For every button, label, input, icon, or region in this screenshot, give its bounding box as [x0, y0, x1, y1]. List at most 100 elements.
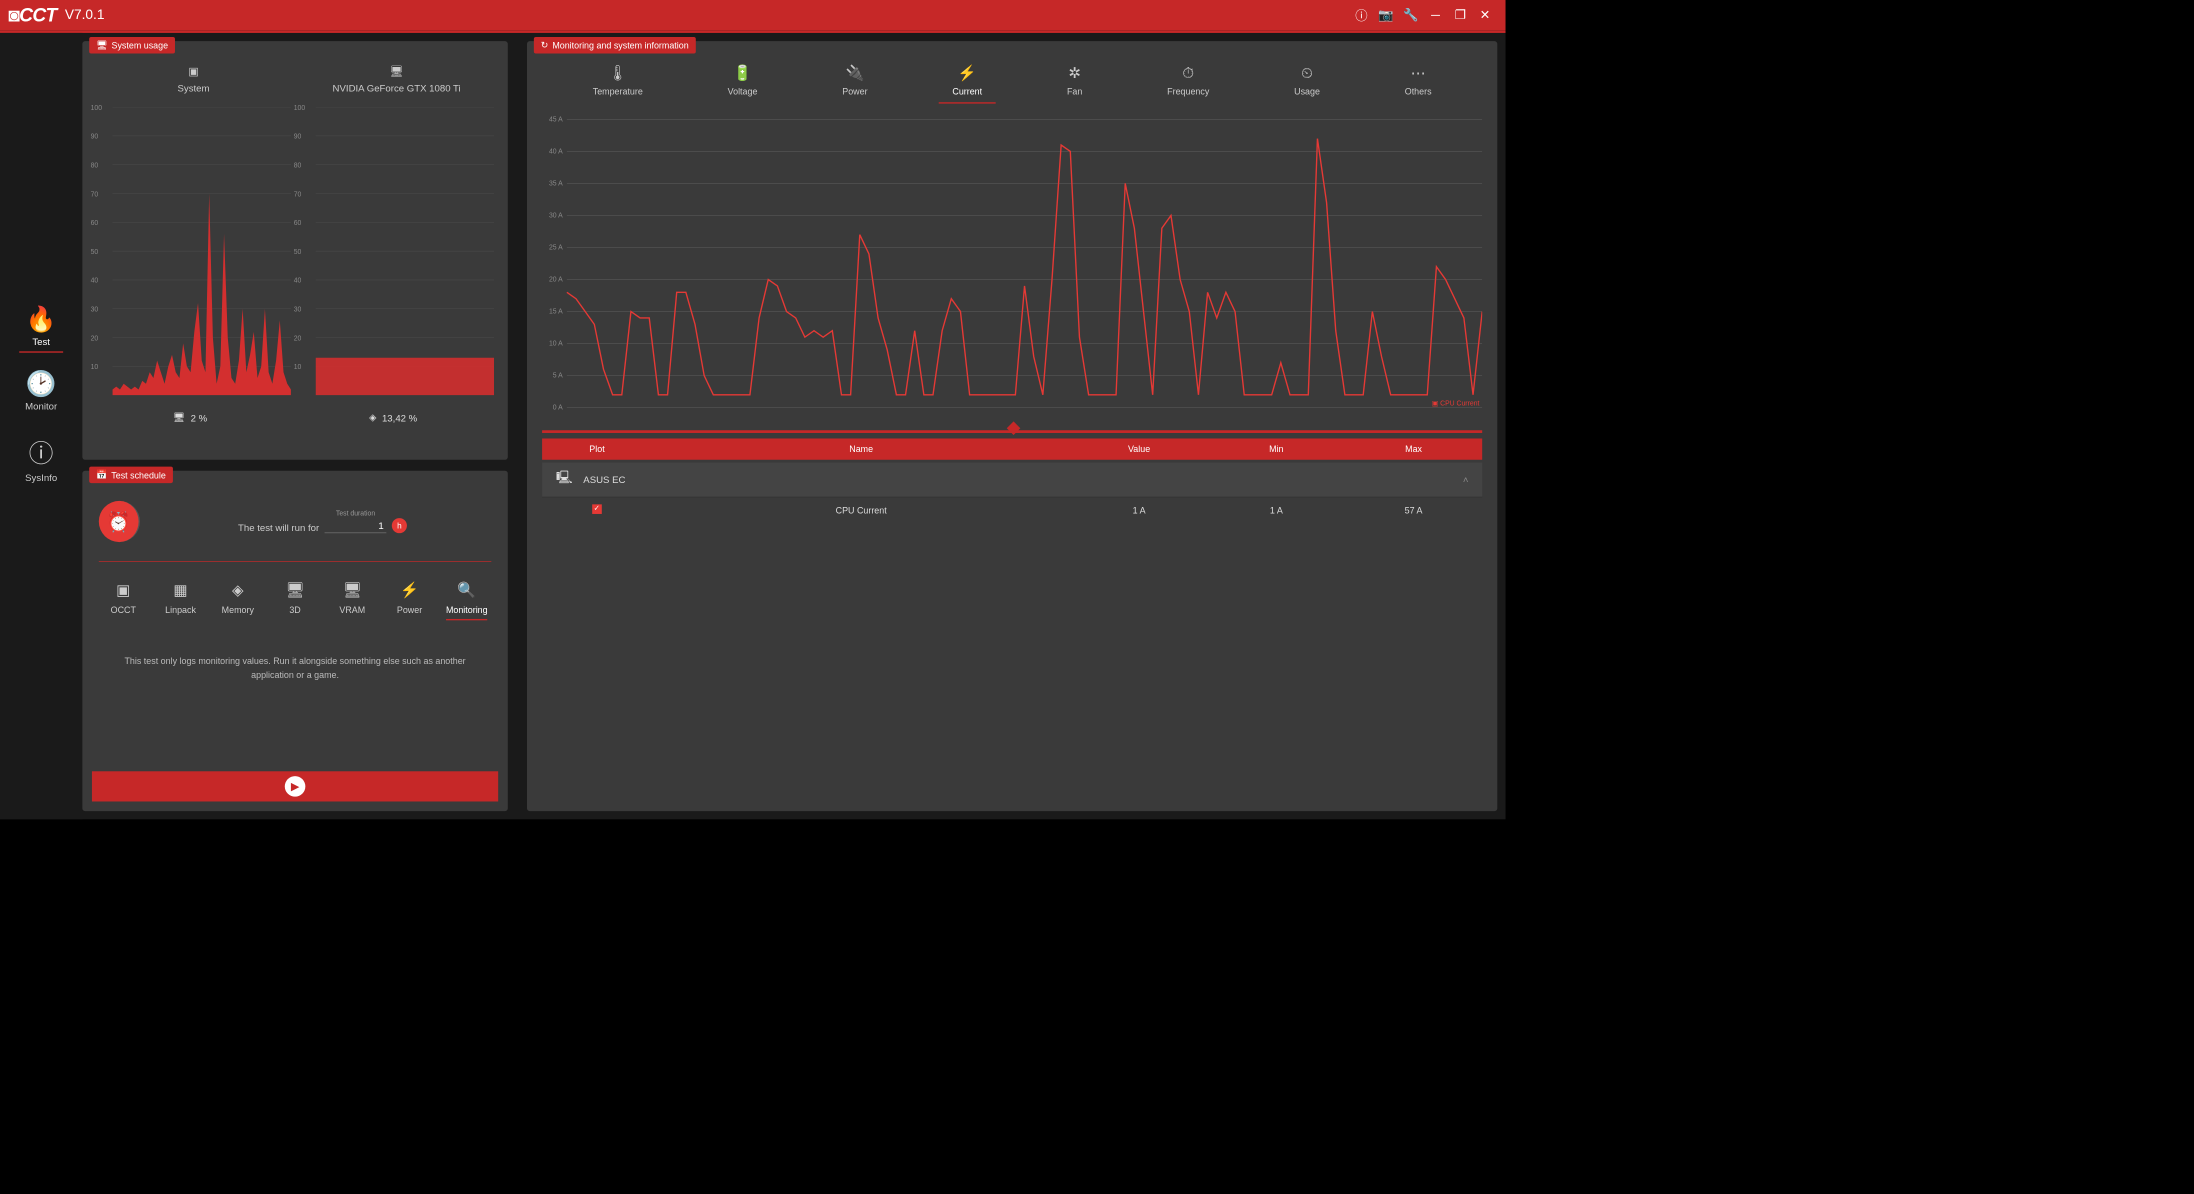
thermometer-icon: 🌡	[608, 65, 627, 83]
system-usage-chart: 102030405060708090100	[92, 102, 295, 404]
minimize-icon[interactable]: ─	[1423, 3, 1448, 28]
fire-icon: 🔥	[26, 305, 57, 334]
monitor-tab-voltage[interactable]: 🔋 Voltage	[714, 62, 771, 104]
app-logo: ◙CCT	[8, 4, 56, 26]
test-type-memory[interactable]: ◈ Memory	[210, 581, 265, 620]
sidebar-item-test[interactable]: 🔥 Test	[0, 294, 82, 359]
test-type-occt[interactable]: ▣OCCT	[96, 581, 151, 620]
chip2-icon: ▦	[173, 581, 187, 599]
panel-title: Monitoring and system information	[552, 40, 688, 50]
timeline-slider[interactable]	[542, 430, 1482, 433]
plot-checkbox[interactable]	[592, 504, 602, 514]
maximize-icon[interactable]: ❐	[1448, 3, 1473, 28]
table-row[interactable]: CPU Current 1 A 1 A 57 A	[542, 497, 1482, 523]
more-icon: ⋯	[1411, 65, 1426, 83]
monitor-tab-usage[interactable]: ⏲ Usage	[1280, 62, 1333, 104]
chip-icon: ▣	[92, 65, 295, 79]
svg-text:20 A: 20 A	[549, 277, 563, 284]
sidebar-item-label: Test	[32, 336, 50, 347]
test-schedule-panel: 📅 Test schedule ⏰ The test will run for …	[82, 471, 507, 811]
info-icon[interactable]: ⓘ	[1349, 3, 1374, 28]
duration-label: Test duration	[336, 510, 375, 518]
monitor-tab-others[interactable]: ⋯ Others	[1391, 62, 1445, 104]
info-circle-icon: ⓘ	[29, 434, 54, 470]
monitor-tab-label: Voltage	[728, 86, 758, 96]
duration-input[interactable]	[325, 519, 387, 533]
fan-icon: ✲	[1068, 65, 1081, 83]
panel-tag: 📅 Test schedule	[89, 467, 173, 483]
chip-icon: ▣	[116, 581, 130, 599]
monitor-tab-label: Temperature	[593, 86, 643, 96]
play-button[interactable]: ▶	[92, 771, 498, 801]
test-type-label: Monitoring	[446, 605, 488, 615]
svg-text:15 A: 15 A	[549, 309, 563, 316]
current-chart: 0 A5 A10 A15 A20 A25 A30 A35 A40 A45 A▣ …	[542, 116, 1482, 418]
monitor-tab-fan[interactable]: ✲Fan	[1053, 62, 1096, 104]
th-max: Max	[1345, 444, 1482, 454]
monitor-tab-current[interactable]: ⚡ Current	[939, 62, 996, 104]
title-bar: ◙CCT V7.0.1 ⓘ 📷 🔧 ─ ❐ ✕	[0, 0, 1506, 30]
test-type-label: Linpack	[165, 605, 196, 615]
monitor-tab-label: Usage	[1294, 86, 1320, 96]
wrench-icon[interactable]: 🔧	[1398, 3, 1423, 28]
magnify-icon: 🔍	[457, 581, 476, 599]
panel-tag: 🖥 System usage	[89, 37, 175, 53]
test-type-label: Power	[397, 605, 422, 615]
sidebar-item-label: SysInfo	[25, 472, 57, 483]
test-type-label: Memory	[222, 605, 254, 615]
gpu-icon: 🖥	[295, 65, 498, 79]
test-type-3d[interactable]: 🖥3D	[268, 581, 323, 620]
camera-icon[interactable]: 📷	[1374, 3, 1399, 28]
eraser-icon: ◈	[232, 581, 244, 599]
svg-text:35 A: 35 A	[549, 181, 563, 188]
monitor-tab-label: Current	[952, 86, 982, 96]
gauge-icon: 🕑	[26, 369, 57, 398]
monitoring-panel: ↻ Monitoring and system information 🌡Tem…	[527, 41, 1497, 811]
test-type-monitoring[interactable]: 🔍 Monitoring	[439, 581, 494, 620]
test-description: This test only logs monitoring values. R…	[92, 634, 498, 702]
test-type-linpack[interactable]: ▦ Linpack	[153, 581, 208, 620]
monitor-tab-label: Others	[1405, 86, 1432, 96]
divider	[99, 561, 492, 562]
gauge2-icon: ⏲	[1301, 65, 1313, 83]
test-type-vram[interactable]: 🖥VRAM	[325, 581, 380, 620]
speedometer-icon: ⏱	[1182, 65, 1194, 83]
sidebar-item-label: Monitor	[25, 401, 57, 412]
panel-title: Test schedule	[111, 470, 166, 480]
duration-unit-button[interactable]: h	[392, 518, 407, 533]
gpu-small-icon: 🖥	[173, 412, 185, 424]
gpu-usage-chart: 102030405060708090100	[295, 102, 498, 404]
test-type-power[interactable]: ⚡ Power	[382, 581, 437, 620]
monitor-tab-power[interactable]: 🔌Power	[829, 62, 882, 104]
usage-tab-label: System	[177, 82, 209, 93]
usage-tab-label: NVIDIA GeForce GTX 1080 Ti	[333, 82, 461, 93]
sidebar-item-monitor[interactable]: 🕑 Monitor	[0, 358, 82, 423]
test-type-label: VRAM	[339, 605, 365, 615]
svg-text:0 A: 0 A	[553, 405, 563, 411]
svg-text:▣ CPU Current: ▣ CPU Current	[1432, 401, 1480, 408]
row-min: 1 A	[1208, 505, 1345, 515]
svg-text:30 A: 30 A	[549, 213, 563, 220]
row-max: 57 A	[1345, 505, 1482, 515]
table-group-row[interactable]: 🖳 ASUS EC ˄	[542, 462, 1482, 496]
monitor-tab-temperature[interactable]: 🌡 Temperature	[579, 62, 657, 104]
row-name: CPU Current	[652, 505, 1071, 515]
system-usage-panel: 🖥 System usage ▣ System 🖥 NVIDIA GeForce…	[82, 41, 507, 460]
schedule-run-text: The test will run for	[238, 522, 319, 533]
alarm-button[interactable]: ⏰	[99, 501, 140, 542]
timeline-handle[interactable]	[1007, 421, 1021, 435]
sidebar-item-sysinfo[interactable]: ⓘ SysInfo	[0, 423, 82, 494]
svg-text:5 A: 5 A	[553, 373, 563, 380]
power-icon: ⚡	[400, 581, 419, 599]
eraser-icon: ◈	[369, 412, 376, 424]
current-icon: ⚡	[958, 65, 977, 83]
monitor-tab-frequency[interactable]: ⏱Frequency	[1153, 62, 1223, 104]
battery-icon: 🔋	[733, 65, 752, 83]
usage-tab-gpu[interactable]: 🖥 NVIDIA GeForce GTX 1080 Ti	[295, 59, 498, 102]
plug-icon: 🔌	[845, 65, 864, 83]
close-icon[interactable]: ✕	[1473, 3, 1498, 28]
monitor-icon: 🖥	[96, 40, 107, 51]
th-min: Min	[1208, 444, 1345, 454]
panel-title: System usage	[112, 40, 169, 50]
usage-tab-system[interactable]: ▣ System	[92, 59, 295, 102]
